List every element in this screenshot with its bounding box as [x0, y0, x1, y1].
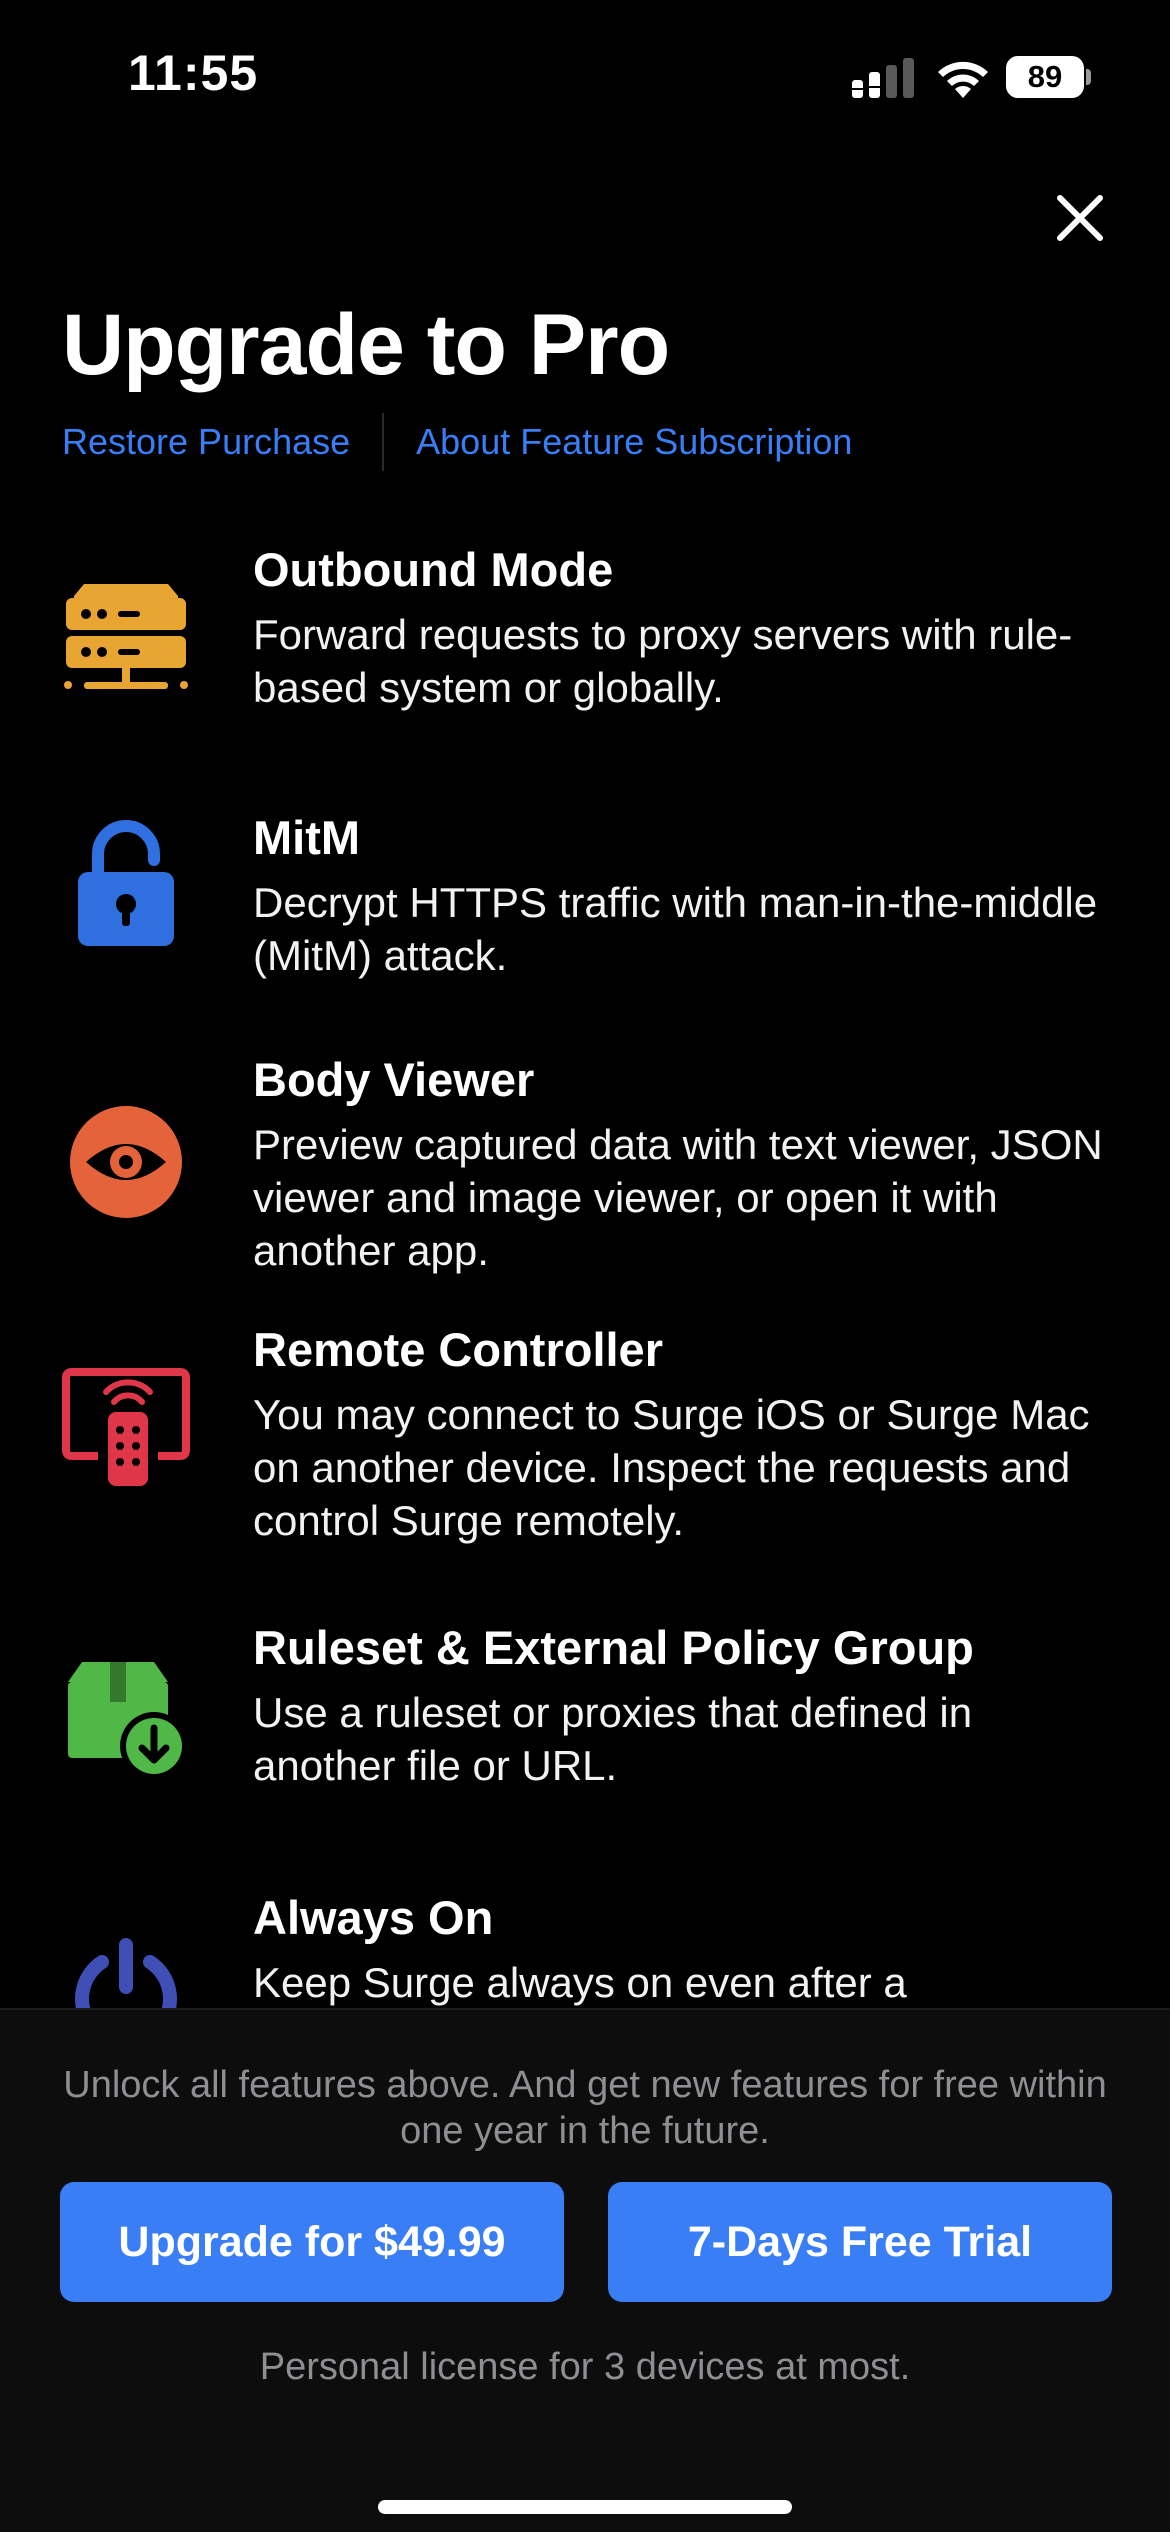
- close-icon[interactable]: [1052, 190, 1108, 246]
- battery-cap: [1086, 69, 1091, 85]
- status-time: 11:55: [128, 45, 259, 101]
- feature-description: You may connect to Surge iOS or Surge Ma…: [253, 1391, 1090, 1544]
- unlock-note: Unlock all features above. And get new f…: [63, 2064, 1107, 2152]
- about-subscription-link[interactable]: About Feature Subscription: [416, 421, 852, 463]
- power-icon: [75, 1938, 177, 2008]
- home-indicator[interactable]: [378, 2500, 792, 2514]
- feature-description: Keep Surge always on even after a: [253, 1959, 907, 2006]
- feature-text: Remote Controller You may connect to Sur…: [253, 1320, 1113, 1547]
- feature-description: Use a ruleset or proxies that defined in…: [253, 1689, 973, 1789]
- package-download-icon: [68, 1662, 188, 1780]
- feature-title: MitM: [253, 811, 361, 864]
- feature-title: Remote Controller: [253, 1323, 663, 1376]
- feature-title: Always On: [253, 1891, 494, 1944]
- feature-description: Preview captured data with text viewer, …: [253, 1121, 1103, 1274]
- feature-text: MitM Decrypt HTTPS traffic with man-in-t…: [253, 808, 1113, 982]
- battery-icon: 89: [1006, 56, 1091, 98]
- feature-list[interactable]: Outbound Mode Forward requests to proxy …: [0, 540, 1170, 2008]
- feature-text: Always On Keep Surge always on even afte…: [253, 1888, 1113, 2008]
- feature-title: Outbound Mode: [253, 543, 614, 596]
- status-bar: 11:55 89: [0, 0, 1170, 150]
- upgrade-button[interactable]: Upgrade for $49.99: [60, 2182, 564, 2302]
- remote-icon: [62, 1368, 190, 1486]
- battery-level: 89: [1006, 56, 1084, 98]
- restore-purchase-link[interactable]: Restore Purchase: [62, 421, 350, 463]
- feature-description: Decrypt HTTPS traffic with man-in-the-mi…: [253, 879, 1098, 979]
- feature-text: Outbound Mode Forward requests to proxy …: [253, 540, 1113, 714]
- server-icon: [64, 584, 188, 689]
- purchase-panel: Unlock all features above. And get new f…: [0, 2008, 1170, 2532]
- feature-text: Body Viewer Preview captured data with t…: [253, 1050, 1113, 1277]
- unlock-icon: [78, 820, 174, 946]
- feature-description: Forward requests to proxy servers with r…: [253, 611, 1073, 711]
- link-divider: [382, 413, 385, 471]
- feature-title: Body Viewer: [253, 1053, 535, 1106]
- eye-icon: [70, 1106, 182, 1218]
- header-links: Restore Purchase About Feature Subscript…: [62, 412, 852, 472]
- wifi-icon: [938, 61, 988, 98]
- feature-title: Ruleset & External Policy Group: [253, 1621, 974, 1674]
- free-trial-button[interactable]: 7-Days Free Trial: [608, 2182, 1112, 2302]
- feature-text: Ruleset & External Policy Group Use a ru…: [253, 1618, 1113, 1792]
- license-note: Personal license for 3 devices at most.: [259, 2346, 911, 2388]
- cellular-signal-icon: [852, 58, 914, 98]
- page-title: Upgrade to Pro: [62, 297, 670, 393]
